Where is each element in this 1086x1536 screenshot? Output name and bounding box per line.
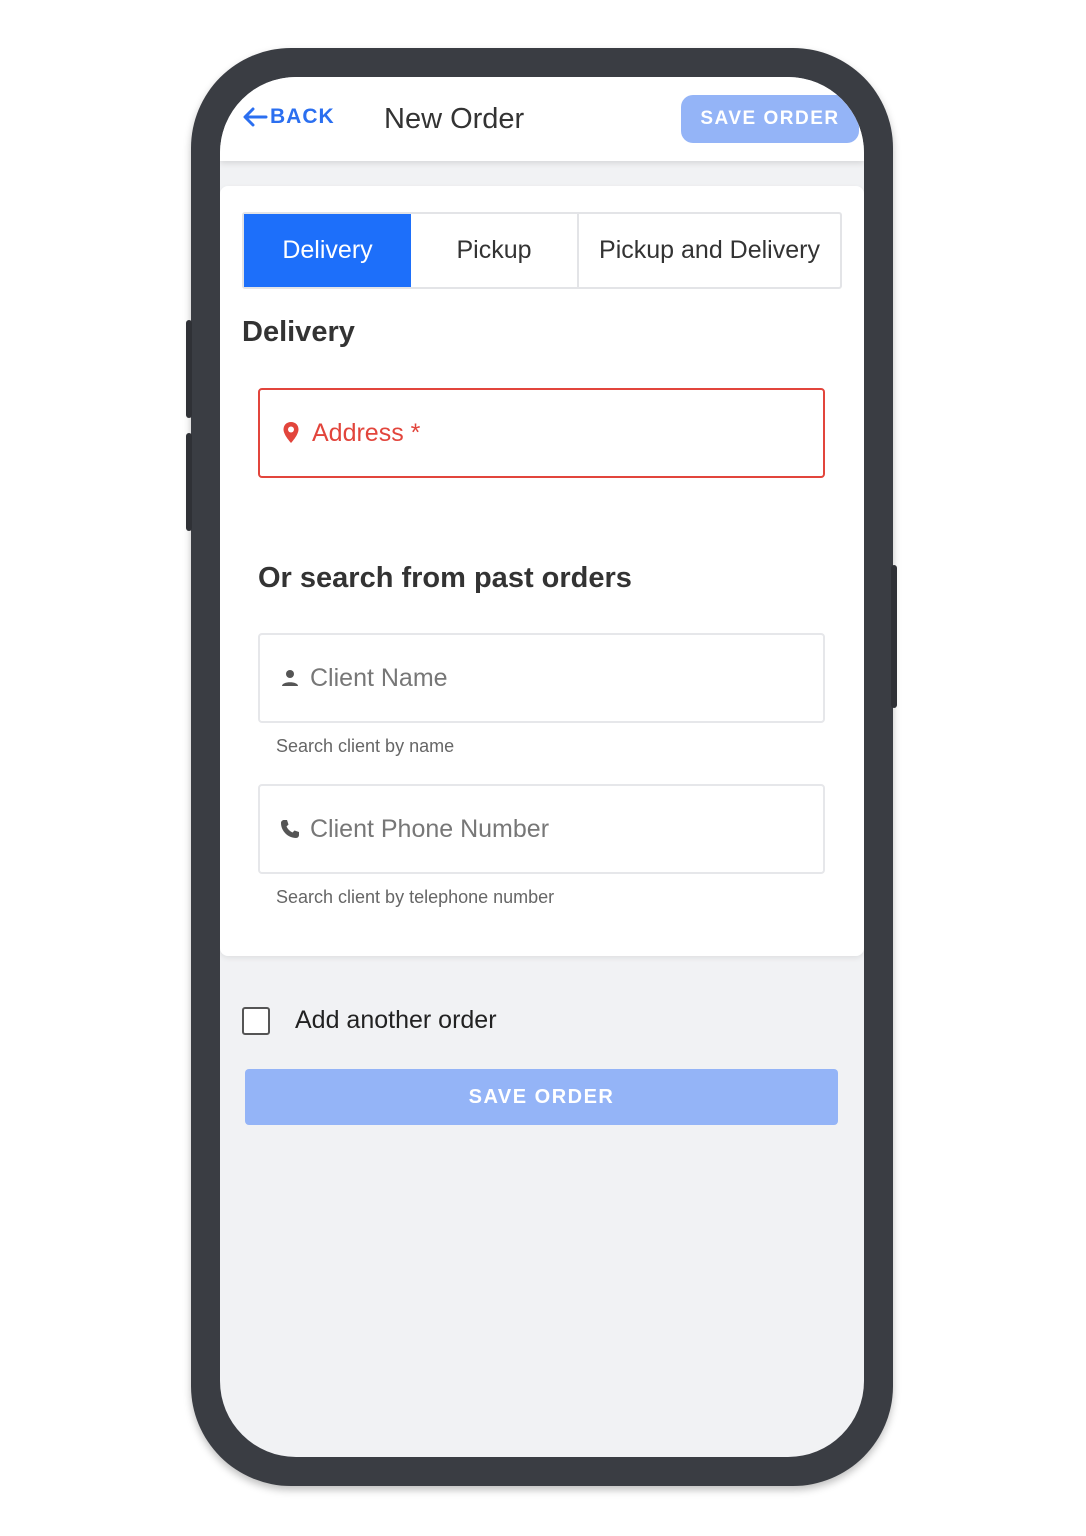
order-type-tabs: Delivery Pickup Pickup and Delivery [242,212,842,289]
client-phone-input[interactable]: Client Phone Number [258,784,825,874]
phone-screen: BACK New Order SAVE ORDER Delivery Picku… [220,77,864,1457]
phone-icon [281,820,299,838]
back-label: BACK [270,105,335,128]
location-pin-icon [283,422,299,443]
back-button[interactable]: BACK [242,105,335,129]
tab-pickup[interactable]: Pickup [411,214,579,287]
client-name-input[interactable]: Client Name [258,633,825,723]
save-order-button[interactable]: SAVE ORDER [245,1069,838,1125]
client-phone-helper: Search client by telephone number [276,887,555,907]
volume-down-button [186,433,192,531]
address-placeholder: Address * [312,418,421,447]
power-button [891,565,897,708]
tab-delivery[interactable]: Delivery [244,214,411,287]
client-name-helper: Search client by name [276,736,455,756]
order-form-card: Delivery Pickup Pickup and Delivery Deli… [220,186,864,956]
add-another-order-row[interactable]: Add another order [242,1006,497,1035]
client-phone-placeholder: Client Phone Number [310,814,550,843]
page-title: New Order [384,103,525,135]
client-name-placeholder: Client Name [310,663,448,692]
add-another-order-label: Add another order [295,1006,497,1034]
person-icon [282,670,298,686]
section-title: Delivery [242,316,355,348]
volume-up-button [186,320,192,418]
add-another-order-checkbox[interactable] [242,1006,270,1035]
app-header: BACK New Order SAVE ORDER [220,77,864,161]
search-past-orders-title: Or search from past orders [258,562,632,594]
save-order-button-top[interactable]: SAVE ORDER [681,95,859,143]
address-input[interactable]: Address * [258,388,825,478]
arrow-left-icon [243,107,268,127]
tab-pickup-and-delivery[interactable]: Pickup and Delivery [579,214,840,287]
